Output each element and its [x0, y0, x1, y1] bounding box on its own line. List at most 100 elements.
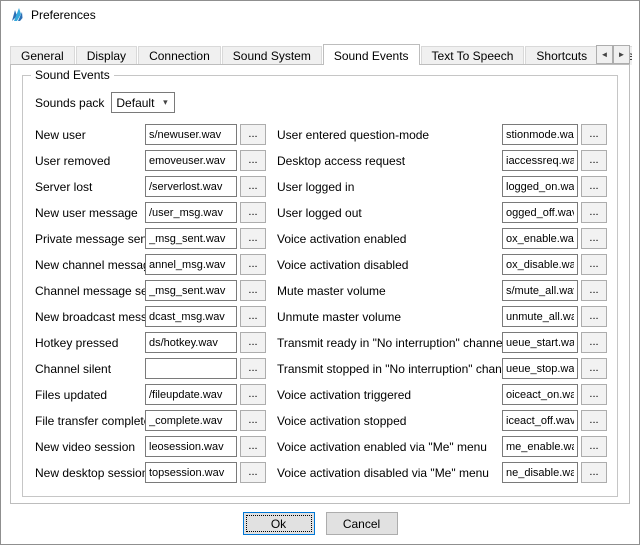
sound-file-input[interactable]: [502, 254, 578, 275]
tab-bar: GeneralDisplayConnectionSound SystemSoun…: [10, 43, 630, 65]
sound-file-input[interactable]: [145, 124, 237, 145]
sound-event-label: Voice activation enabled via "Me" menu: [277, 440, 502, 454]
browse-button[interactable]: ...: [581, 410, 607, 431]
sound-file-input[interactable]: [145, 228, 237, 249]
sound-file-input[interactable]: [502, 384, 578, 405]
sound-event-row: User logged in...: [277, 176, 607, 197]
tab-connection[interactable]: Connection: [138, 46, 221, 65]
sound-event-label: User logged out: [277, 206, 502, 220]
sounds-pack-select[interactable]: Default ▾: [111, 92, 175, 113]
sound-file-input[interactable]: [502, 306, 578, 327]
sound-file-input[interactable]: [502, 436, 578, 457]
sound-file-input[interactable]: [145, 358, 237, 379]
browse-button[interactable]: ...: [581, 436, 607, 457]
browse-button[interactable]: ...: [240, 306, 266, 327]
sound-file-input[interactable]: [145, 436, 237, 457]
tab-scroll-left-icon[interactable]: ◄: [596, 45, 613, 64]
ok-button[interactable]: Ok: [243, 512, 315, 535]
browse-button[interactable]: ...: [581, 254, 607, 275]
window-title: Preferences: [31, 8, 96, 22]
sound-event-label: New user: [35, 128, 145, 142]
footer-buttons: Ok Cancel: [1, 512, 639, 535]
browse-button[interactable]: ...: [581, 280, 607, 301]
browse-button[interactable]: ...: [240, 202, 266, 223]
sound-event-label: Transmit stopped in "No interruption" ch…: [277, 362, 502, 376]
browse-button[interactable]: ...: [581, 306, 607, 327]
browse-button[interactable]: ...: [240, 150, 266, 171]
sound-file-input[interactable]: [502, 332, 578, 353]
sound-event-label: Server lost: [35, 180, 145, 194]
sound-event-row: New user message...: [35, 202, 269, 223]
browse-button[interactable]: ...: [581, 462, 607, 483]
browse-button[interactable]: ...: [240, 254, 266, 275]
browse-button[interactable]: ...: [581, 150, 607, 171]
sound-event-row: Voice activation triggered...: [277, 384, 607, 405]
sound-event-label: User entered question-mode: [277, 128, 502, 142]
browse-button[interactable]: ...: [240, 176, 266, 197]
tab-text-to-speech[interactable]: Text To Speech: [421, 46, 525, 65]
sound-file-input[interactable]: [145, 306, 237, 327]
sound-event-row: User removed...: [35, 150, 269, 171]
sound-event-row: Server lost...: [35, 176, 269, 197]
browse-button[interactable]: ...: [240, 280, 266, 301]
tab-pane: Sound Events Sounds pack Default ▾ New u…: [10, 64, 630, 504]
sound-file-input[interactable]: [502, 150, 578, 171]
sound-file-input[interactable]: [502, 124, 578, 145]
sound-event-row: New user...: [35, 124, 269, 145]
browse-button[interactable]: ...: [240, 358, 266, 379]
sound-event-label: New user message: [35, 206, 145, 220]
sound-event-label: Private message sent: [35, 232, 145, 246]
sound-file-input[interactable]: [145, 332, 237, 353]
tab-sound-system[interactable]: Sound System: [222, 46, 322, 65]
sound-file-input[interactable]: [502, 358, 578, 379]
sound-event-row: File transfer complete...: [35, 410, 269, 431]
sound-file-input[interactable]: [145, 202, 237, 223]
sound-file-input[interactable]: [502, 176, 578, 197]
browse-button[interactable]: ...: [581, 358, 607, 379]
sound-event-row: Transmit ready in "No interruption" chan…: [277, 332, 607, 353]
sound-file-input[interactable]: [145, 280, 237, 301]
sound-file-input[interactable]: [502, 410, 578, 431]
browse-button[interactable]: ...: [581, 228, 607, 249]
browse-button[interactable]: ...: [581, 332, 607, 353]
tab-general[interactable]: General: [10, 46, 75, 65]
sound-event-label: Hotkey pressed: [35, 336, 145, 350]
sound-event-label: User removed: [35, 154, 145, 168]
sound-event-row: Mute master volume...: [277, 280, 607, 301]
sound-event-row: Private message sent...: [35, 228, 269, 249]
browse-button[interactable]: ...: [581, 124, 607, 145]
sound-file-input[interactable]: [145, 176, 237, 197]
sound-file-input[interactable]: [145, 384, 237, 405]
sound-event-label: New channel message: [35, 258, 145, 272]
sounds-pack-value: Default: [116, 96, 154, 110]
browse-button[interactable]: ...: [581, 176, 607, 197]
browse-button[interactable]: ...: [240, 410, 266, 431]
sound-file-input[interactable]: [145, 254, 237, 275]
cancel-button[interactable]: Cancel: [326, 512, 398, 535]
sound-file-input[interactable]: [502, 462, 578, 483]
sound-file-input[interactable]: [502, 280, 578, 301]
browse-button[interactable]: ...: [240, 332, 266, 353]
browse-button[interactable]: ...: [581, 384, 607, 405]
app-logo-icon: [9, 7, 25, 23]
tab-display[interactable]: Display: [76, 46, 137, 65]
browse-button[interactable]: ...: [240, 436, 266, 457]
sound-event-label: Desktop access request: [277, 154, 502, 168]
sound-event-row: Voice activation disabled via "Me" menu.…: [277, 462, 607, 483]
tab-shortcuts[interactable]: Shortcuts: [525, 46, 598, 65]
browse-button[interactable]: ...: [240, 462, 266, 483]
browse-button[interactable]: ...: [581, 202, 607, 223]
tab-sound-events[interactable]: Sound Events: [323, 44, 420, 65]
sound-file-input[interactable]: [502, 202, 578, 223]
tab-scroll-right-icon[interactable]: ►: [613, 45, 630, 64]
sound-event-label: Unmute master volume: [277, 310, 502, 324]
sound-file-input[interactable]: [145, 150, 237, 171]
sound-file-input[interactable]: [145, 462, 237, 483]
browse-button[interactable]: ...: [240, 228, 266, 249]
sound-file-input[interactable]: [145, 410, 237, 431]
sound-event-label: User logged in: [277, 180, 502, 194]
sound-file-input[interactable]: [502, 228, 578, 249]
browse-button[interactable]: ...: [240, 124, 266, 145]
sound-event-label: New video session: [35, 440, 145, 454]
browse-button[interactable]: ...: [240, 384, 266, 405]
